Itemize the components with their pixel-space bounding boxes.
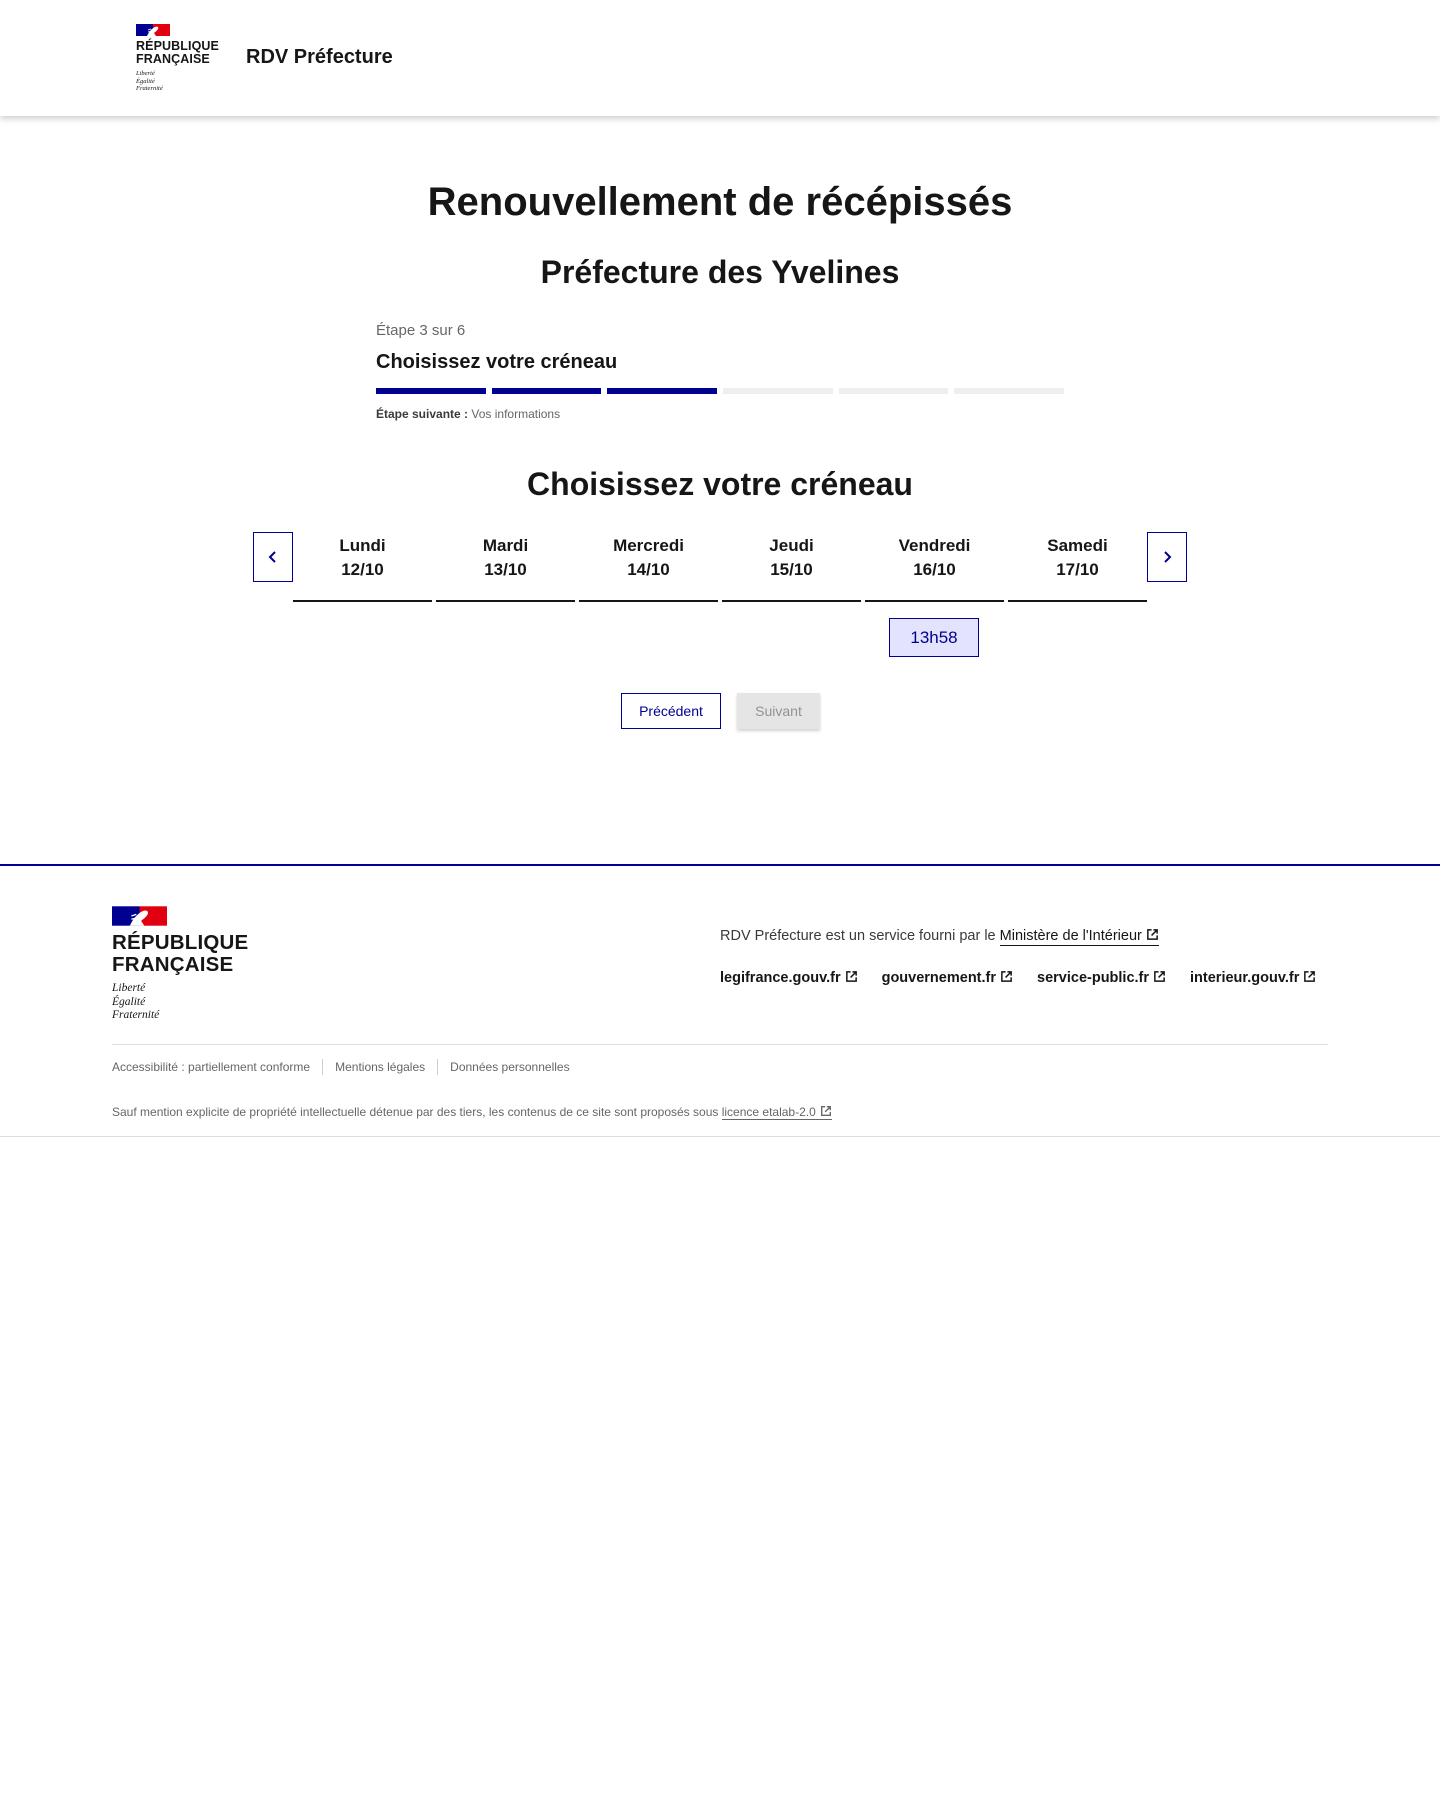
ministere-link[interactable]: Ministère de l'Intérieur [999,928,1159,946]
footer-marianne-text: RÉPUBLIQUE FRANÇAISE [112,931,249,976]
stepper: Étape 3 sur 6 Choisissez votre créneau É… [376,322,1065,421]
stepper-next-label: Étape suivante : [376,407,469,421]
day-name: Mercredi [613,536,684,555]
footer-partner-links: legifrance.gouv.fr gouvernement.fr service… [720,970,1316,986]
external-link-icon [1154,971,1165,982]
external-link-icon [820,1106,831,1116]
calendar-days: Lundi 12/10 Mardi 13/10 Mercredi 14/10 Jeudi 15… [293,530,1147,602]
licence-link[interactable]: licence etalab-2.0 [721,1105,832,1120]
calendar-day-column: Jeudi 15/10 [722,530,861,602]
external-link-icon [845,971,857,982]
external-link-icon [1001,971,1012,982]
calendar-day-column: Lundi 12/10 [293,530,432,602]
footer-divider [112,1044,1328,1045]
footer-bottom-link[interactable]: Accessibilité : partiellement conforme [112,1059,322,1075]
day-name: Mardi [482,536,529,555]
day-name: Samedi [1047,536,1108,555]
stepper-next-step: Étape suivante : Vos informations [376,407,1064,421]
next-week-button[interactable] [1147,532,1187,582]
stepper-next-value: Vos informations [471,407,561,421]
day-date: 16/10 [913,560,956,579]
footer-partner-link-label: legifrance.gouv.fr [720,970,841,986]
stepper-progress [376,388,1065,394]
day-date: 15/10 [770,560,813,579]
stepper-bar-1 [376,388,486,394]
marianne-flag-icon [136,24,170,36]
footer-partner-link-label: gouvernement.fr [881,970,997,986]
day-name: Jeudi [769,536,814,555]
footer-partner-link-label: interieur.gouv.fr [1190,970,1300,986]
licence-link-label: licence etalab-2.0 [721,1105,816,1119]
footer-bottom-link[interactable]: Données personnelles [437,1059,581,1075]
page-subtitle: Préfecture des Yvelines [540,254,900,290]
republique-francaise-logo[interactable]: RÉPUBLIQUE FRANÇAISE Liberté Égalité Fra… [136,24,226,93]
footer-bottom-link[interactable]: Mentions légales [322,1059,437,1075]
section-title: Choisissez votre créneau [527,466,913,502]
site-footer: RÉPUBLIQUE FRANÇAISE Liberté Égalité Fra… [0,864,1440,1137]
stepper-state: Étape 3 sur 6 [376,322,466,339]
previous-button[interactable]: Précédent [621,693,721,729]
chevron-right-icon [1164,551,1172,563]
footer-partner-link[interactable]: legifrance.gouv.fr [720,970,858,986]
copyright-text: Sauf mention explicite de propriété inte… [112,1105,719,1119]
day-date: 12/10 [341,560,384,579]
site-header: RÉPUBLIQUE FRANÇAISE Liberté Égalité Fra… [0,0,1440,116]
stepper-bar-5 [838,388,949,394]
footer-copyright: Sauf mention explicite de propriété inte… [112,1105,832,1120]
page-title: Renouvellement de récépissés [427,180,1013,224]
footer-description-text: RDV Préfecture est un service fourni par… [720,928,996,944]
ministere-link-label: Ministère de l'Intérieur [999,928,1142,944]
footer-devise-text: Liberté Égalité Fraternité [112,982,160,1021]
service-title[interactable]: RDV Préfecture [246,46,393,69]
devise-text: Liberté Égalité Fraternité [136,70,163,92]
marianne-flag-icon [112,906,167,926]
footer-republique-francaise-logo[interactable]: RÉPUBLIQUE FRANÇAISE Liberté Égalité Fra… [112,906,272,1023]
stepper-bar-4 [723,388,833,394]
day-name: Vendredi [898,536,971,555]
stepper-current-step: Choisissez votre créneau [376,351,618,373]
stepper-bar-2 [491,388,602,394]
marianne-text: RÉPUBLIQUE FRANÇAISE [136,39,219,66]
footer-bottom-links: Accessibilité : partiellement conforme Me… [112,1059,582,1075]
calendar-day-column: Mardi 13/10 [436,530,575,602]
day-date: 17/10 [1056,560,1099,579]
footer-partner-link[interactable]: gouvernement.fr [882,970,1013,986]
external-link-icon [1304,971,1316,982]
footer-partner-link[interactable]: service-public.fr [1037,970,1166,986]
day-date: 13/10 [484,560,527,579]
footer-partner-link-label: service-public.fr [1037,970,1150,986]
calendar-day-column: Mercredi 14/10 [579,530,718,602]
day-date: 14/10 [627,560,670,579]
stepper-bar-3 [607,388,718,394]
calendar-day-column: Vendredi 16/10 [865,530,1004,602]
calendar-day-column: Samedi 17/10 [1008,530,1147,602]
footer-partner-link[interactable]: interieur.gouv.fr [1190,970,1316,986]
external-link-icon [1146,929,1158,940]
footer-description: RDV Préfecture est un service fourni par… [720,928,1159,946]
previous-week-button[interactable] [253,532,293,582]
stepper-bar-6 [954,388,1065,394]
day-name: Lundi [339,536,386,555]
chevron-left-icon [268,551,276,563]
next-button-disabled: Suivant [737,693,820,729]
time-slot-button[interactable]: 13h58 [889,618,979,657]
